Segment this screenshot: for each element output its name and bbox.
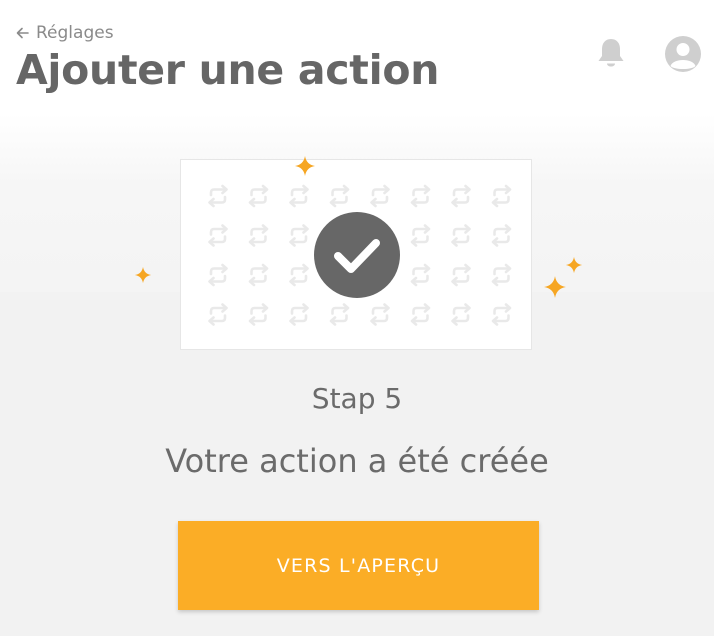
sparkle-icon: [134, 266, 152, 284]
repeat-arrows-icon: [370, 184, 390, 208]
repeat-arrows-icon: [289, 184, 309, 208]
repeat-arrows-icon: [410, 224, 431, 247]
repeat-arrows-icon: [289, 303, 309, 326]
repeat-arrows-icon: [451, 184, 471, 208]
repeat-arrows-icon: [248, 224, 269, 247]
bell-icon[interactable]: [596, 37, 626, 71]
repeat-arrows-icon: [491, 224, 512, 247]
repeat-arrows-icon: [451, 303, 471, 326]
sparkle-icon: [295, 156, 315, 176]
repeat-arrows-icon: [208, 184, 228, 208]
repeat-arrows-icon: [208, 303, 228, 326]
repeat-arrows-icon: [410, 263, 431, 287]
repeat-arrows-icon: [491, 184, 512, 208]
repeat-arrows-icon: [248, 303, 269, 326]
page-title: Ajouter une action: [16, 46, 440, 94]
repeat-arrows-icon: [289, 263, 309, 287]
checkmark-icon: [334, 239, 380, 273]
go-to-overview-button[interactable]: VERS L'APERÇU: [178, 521, 539, 610]
step-label: Stap 5: [311, 382, 403, 415]
repeat-arrows-icon: [410, 184, 431, 208]
repeat-arrows-icon: [289, 224, 309, 247]
success-message: Votre action a été créée: [165, 442, 549, 480]
repeat-arrows-icon: [248, 263, 269, 287]
repeat-arrows-icon: [491, 303, 512, 326]
repeat-arrows-icon: [248, 184, 269, 208]
repeat-arrows-icon: [208, 224, 228, 247]
sparkle-icon: [565, 256, 583, 274]
repeat-arrows-icon: [491, 263, 512, 287]
repeat-arrows-icon: [208, 263, 228, 287]
repeat-arrows-icon: [329, 303, 350, 326]
repeat-arrows-icon: [410, 303, 431, 326]
repeat-arrows-icon: [451, 224, 471, 247]
sparkle-icon: [544, 276, 566, 298]
back-link[interactable]: Réglages: [16, 22, 114, 44]
repeat-arrows-icon: [370, 303, 390, 326]
back-link-label: Réglages: [36, 23, 114, 43]
page-header: Réglages Ajouter une action: [0, 0, 714, 114]
repeat-arrows-icon: [451, 263, 471, 287]
user-avatar-icon[interactable]: [664, 35, 702, 73]
success-check: [314, 212, 400, 298]
arrow-left-icon: [16, 27, 29, 39]
repeat-arrows-icon: [329, 184, 350, 208]
